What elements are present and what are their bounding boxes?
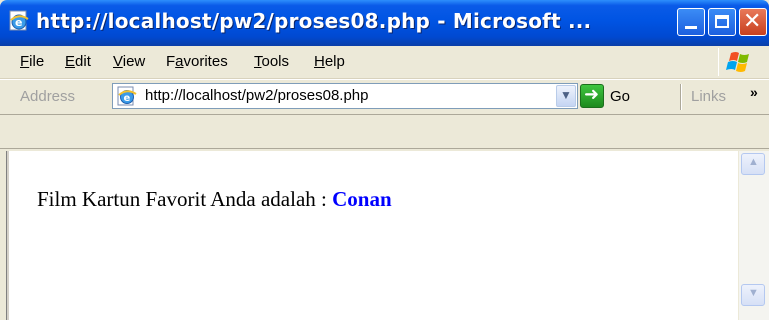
- close-icon: ✕: [743, 9, 762, 34]
- maximize-button[interactable]: [708, 8, 736, 36]
- menu-label-rest: vorites: [183, 53, 228, 70]
- menu-tools[interactable]: Tools: [254, 53, 289, 70]
- page-content: Film Kartun Favorit Anda adalah : Conan: [9, 151, 738, 320]
- scroll-down-icon: ▼: [748, 287, 759, 299]
- address-input[interactable]: e http://localhost/pw2/proses08.php ▼: [112, 83, 578, 109]
- maximize-icon: [715, 15, 729, 28]
- window-title: http://localhost/pw2/proses08.php - Micr…: [36, 9, 592, 33]
- menu-label-accel: E: [65, 53, 76, 70]
- vertical-scrollbar[interactable]: ▲ ▼: [738, 151, 769, 320]
- address-bar: Address e http://localhost/pw2/proses08.…: [0, 79, 769, 115]
- go-label[interactable]: Go: [610, 88, 630, 105]
- address-url: http://localhost/pw2/proses08.php: [145, 87, 369, 104]
- menu-label-pre: F: [166, 53, 176, 70]
- menu-label-accel: a: [175, 53, 184, 70]
- links-label[interactable]: Links: [691, 88, 726, 105]
- menu-label-accel: T: [254, 53, 262, 70]
- browser-window: e http://localhost/pw2/proses08.php - Mi…: [0, 0, 769, 320]
- menu-label-rest: ile: [29, 53, 45, 70]
- svg-text:e: e: [124, 93, 131, 104]
- result-label: Film Kartun Favorit Anda adalah :: [37, 187, 333, 211]
- menu-help[interactable]: Help: [314, 53, 345, 70]
- scroll-up-button[interactable]: ▲: [741, 153, 765, 175]
- address-dropdown-button[interactable]: ▼: [556, 85, 576, 107]
- dropdown-arrow-icon: ▼: [560, 88, 572, 102]
- address-label: Address: [20, 88, 76, 105]
- menu-label-rest: ools: [261, 53, 290, 70]
- scroll-up-icon: ▲: [748, 156, 759, 168]
- toolbar-separator: [680, 84, 682, 110]
- menu-label-accel: F: [20, 53, 30, 70]
- menu-label-rest: elp: [324, 53, 345, 70]
- menu-label-rest: dit: [75, 53, 91, 70]
- scroll-down-button[interactable]: ▼: [741, 284, 765, 306]
- result-value: Conan: [332, 187, 392, 211]
- menu-favorites[interactable]: Favorites: [166, 53, 228, 70]
- title-bar[interactable]: e http://localhost/pw2/proses08.php - Mi…: [0, 0, 769, 46]
- minimize-button[interactable]: [677, 8, 705, 36]
- menu-label-accel: H: [314, 53, 325, 70]
- menu-label-rest: iew: [122, 53, 146, 70]
- menu-bar: File Edit View Favorites Tools Help: [0, 46, 769, 79]
- result-text: Film Kartun Favorit Anda adalah : Conan: [37, 187, 392, 212]
- menu-label-accel: V: [113, 53, 123, 70]
- ie-page-icon: e: [117, 86, 137, 106]
- go-arrow-icon: ➜: [584, 84, 600, 105]
- go-button[interactable]: ➜: [580, 84, 604, 108]
- menu-view[interactable]: View: [113, 53, 145, 70]
- minimize-icon: [685, 26, 697, 29]
- windows-flag-icon: [718, 48, 749, 76]
- menu-file[interactable]: File: [20, 53, 44, 70]
- close-button[interactable]: ✕: [739, 8, 767, 36]
- menu-edit[interactable]: Edit: [65, 53, 91, 70]
- links-more-chevron-icon[interactable]: »: [750, 84, 758, 100]
- ie-page-icon: e: [9, 10, 29, 31]
